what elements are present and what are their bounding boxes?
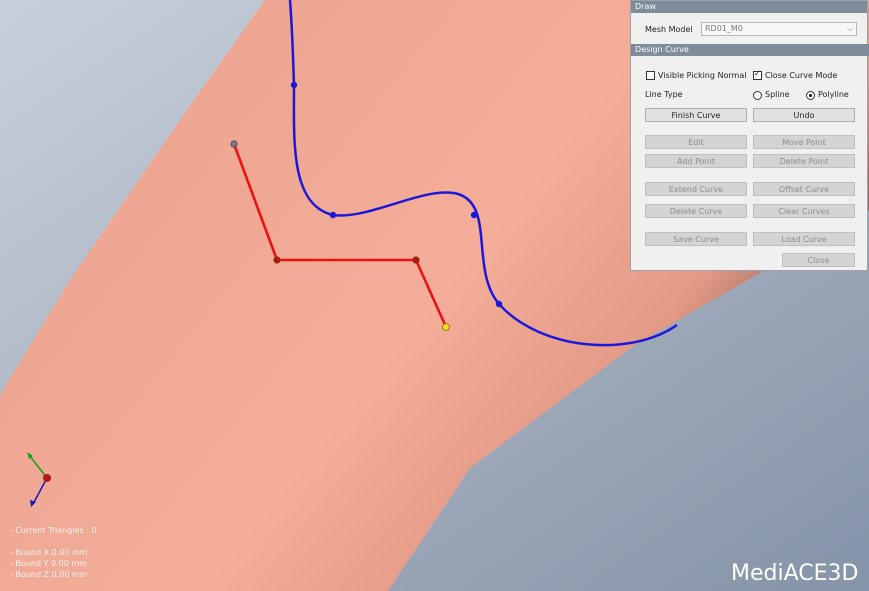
polyline-end-point[interactable] (442, 323, 450, 331)
draw-section-header: Draw (631, 1, 867, 13)
bound-y-text: - Bound Y 0.00 mm (10, 559, 87, 568)
mesh-model-value: RD01_M0 (705, 24, 743, 33)
blue-control-point[interactable] (495, 300, 503, 308)
polyline-start-point[interactable] (230, 140, 238, 148)
blue-control-point[interactable] (470, 211, 478, 219)
mediace3d-logo: MediACE3D (731, 561, 859, 586)
delete-point-button[interactable]: Delete Point (753, 154, 855, 168)
bound-x-text: - Bound X 0.00 mm (10, 548, 88, 557)
save-curve-button[interactable]: Save Curve (645, 232, 747, 246)
polyline-label: Polyline (818, 90, 849, 99)
finish-curve-button[interactable]: Finish Curve (645, 108, 747, 122)
visible-picking-normal-checkbox[interactable] (646, 71, 655, 80)
clear-curves-button[interactable]: Clear Curves (753, 204, 855, 218)
load-curve-button[interactable]: Load Curve (753, 232, 855, 246)
red-control-point[interactable] (412, 256, 420, 264)
delete-curve-button[interactable]: Delete Curve (645, 204, 747, 218)
mesh-model-label: Mesh Model (645, 25, 693, 34)
design-curve-header: Design Curve (631, 44, 869, 56)
close-curve-mode-label: Close Curve Mode (765, 71, 838, 80)
red-control-point[interactable] (273, 256, 281, 264)
close-button[interactable]: Close (782, 253, 855, 267)
bound-z-text: - Bound Z 0.00 mm (10, 570, 88, 579)
checkmark-icon: ✓ (754, 69, 761, 78)
close-curve-mode-checkbox[interactable]: ✓ (753, 69, 762, 80)
spline-label: Spline (765, 90, 790, 99)
polyline-radio[interactable] (806, 91, 815, 100)
mesh-model-select[interactable]: RD01_M0 ⌵ (701, 22, 857, 36)
undo-button[interactable]: Undo (753, 108, 855, 122)
visible-picking-normal-label: Visible Picking Normal (658, 71, 747, 80)
line-type-label: Line Type (645, 90, 683, 99)
current-triangles-text: - Current Triangles : 0 (10, 526, 97, 535)
blue-control-point[interactable] (290, 81, 298, 89)
extend-curve-button[interactable]: Extend Curve (645, 182, 747, 196)
mesh-stats: - Current Triangles : 0 - Bound X 0.00 m… (10, 525, 96, 580)
spline-radio[interactable] (753, 91, 762, 100)
move-point-button[interactable]: Move Point (753, 135, 855, 149)
edit-button[interactable]: Edit (645, 135, 747, 149)
add-point-button[interactable]: Add Point (645, 154, 747, 168)
draw-panel: Draw Mesh Model RD01_M0 ⌵ Design Curve V… (630, 0, 869, 271)
offset-curve-button[interactable]: Offset Curve (753, 182, 855, 196)
chevron-down-icon: ⌵ (846, 24, 853, 33)
blue-control-point[interactable] (329, 211, 337, 219)
